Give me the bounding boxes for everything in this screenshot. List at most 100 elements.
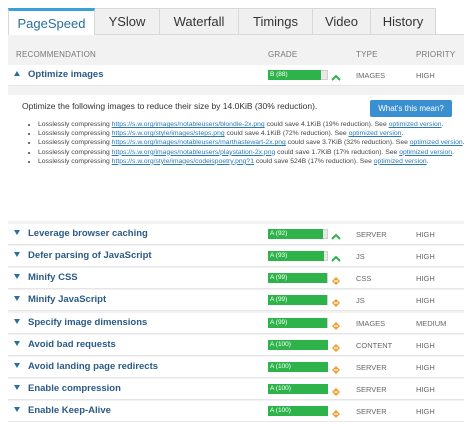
grade-bar: A (93) — [268, 251, 324, 261]
chevron-down-icon[interactable] — [14, 341, 20, 346]
optimized-version-link[interactable]: optimized version — [389, 121, 442, 128]
header-priority: PRIORITY — [416, 50, 456, 59]
tab-label: PageSpeed — [17, 15, 86, 31]
trend-same-icon — [331, 295, 341, 307]
image-link[interactable]: https://s.w.org/images/notableusers/blon… — [112, 121, 265, 128]
item-text: Losslessly compressing — [38, 139, 112, 147]
image-link[interactable]: https://s.w.org/images/notableusers/mart… — [112, 139, 286, 146]
chevron-down-icon[interactable] — [14, 296, 20, 301]
tab-history[interactable]: History — [370, 8, 436, 34]
chevron-down-icon[interactable] — [14, 230, 20, 235]
recommendation-row-expanded[interactable]: Optimize images B (88) IMAGES HIGH — [8, 65, 464, 86]
tab-pagespeed[interactable]: PageSpeed — [8, 8, 95, 35]
grade-bar: A (100) — [268, 340, 328, 350]
header-recommendation: RECOMMENDATION — [16, 50, 96, 59]
recommendation-label[interactable]: Specify image dimensions — [28, 317, 147, 328]
item-text: could save 4.1KiB (72% reduction). See — [224, 130, 349, 138]
item-text: . — [452, 148, 454, 156]
image-link[interactable]: https://s.w.org/style/images/codeispoetr… — [112, 158, 254, 165]
chevron-up-icon[interactable] — [14, 71, 20, 76]
recommendation-label[interactable]: Avoid landing page redirects — [28, 361, 158, 372]
image-link[interactable]: https://s.w.org/images/notableusers/play… — [112, 149, 276, 156]
recommendation-row[interactable]: Minify JavaScript A (99) JS HIGH — [8, 290, 464, 311]
recommendation-row[interactable]: Leverage browser caching A (92) SERVER HIGH — [8, 224, 464, 245]
recommendation-detail: Optimize the following images to reduce … — [8, 95, 465, 221]
chevron-down-icon[interactable] — [14, 319, 20, 324]
grade-bar: A (99) — [268, 273, 328, 283]
recommendation-type: SERVER — [356, 363, 387, 372]
trend-same-icon — [331, 318, 341, 330]
optimized-version-link[interactable]: optimized version — [349, 130, 402, 137]
optimized-version-link[interactable]: optimized version — [374, 158, 427, 165]
tab-label: Video — [324, 14, 358, 29]
tab-label: YSlow — [108, 14, 146, 29]
recommendation-type: JS — [356, 296, 365, 305]
recommendation-label[interactable]: Avoid bad requests — [28, 339, 116, 350]
grade-bar: A (100) — [268, 362, 328, 372]
item-text: . — [401, 130, 404, 138]
list-item: Losslessly compressing https://s.w.org/s… — [38, 158, 468, 166]
grade-bar: A (92) — [268, 229, 324, 239]
tab-label: Waterfall — [173, 14, 225, 29]
optimized-version-link[interactable]: optimized version — [399, 149, 452, 156]
recommendation-type: JS — [356, 252, 365, 261]
chevron-down-icon[interactable] — [14, 274, 20, 279]
item-text: . — [462, 139, 465, 147]
recommendation-row[interactable]: Avoid landing page redirects A (100) SERVE… — [8, 357, 464, 378]
chevron-down-icon[interactable] — [14, 385, 20, 390]
header-type: TYPE — [356, 50, 378, 59]
recommendation-label[interactable]: Minify JavaScript — [28, 294, 106, 305]
trend-same-icon — [331, 384, 341, 396]
whats-this-mean-button[interactable]: What's this mean? — [370, 100, 452, 117]
chevron-down-icon[interactable] — [14, 252, 20, 257]
recommendation-type: IMAGES — [356, 319, 386, 328]
optimized-version-link[interactable]: optimized version — [410, 139, 463, 146]
recommendation-type: SERVER — [356, 385, 387, 394]
recommendation-priority: HIGH — [416, 274, 435, 283]
trend-same-icon — [331, 273, 341, 285]
recommendation-priority: HIGH — [416, 230, 435, 239]
tab-yslow[interactable]: YSlow — [94, 8, 160, 34]
table-header: RECOMMENDATION GRADE TYPE PRIORITY — [8, 35, 464, 63]
recommendation-label[interactable]: Defer parsing of JavaScript — [28, 250, 152, 261]
recommendation-type: IMAGES — [356, 71, 386, 80]
tab-waterfall[interactable]: Waterfall — [159, 8, 239, 34]
recommendation-priority: MEDIUM — [416, 319, 447, 328]
recommendation-row[interactable]: Defer parsing of JavaScript A (93) JS HIGH — [8, 246, 464, 267]
recommendation-label[interactable]: Minify CSS — [28, 272, 78, 283]
image-list: Losslessly compressing https://s.w.org/i… — [24, 121, 468, 167]
trend-same-icon — [331, 406, 341, 418]
image-link[interactable]: https://s.w.org/style/images/steps.png — [112, 130, 225, 137]
recommendation-label[interactable]: Enable compression — [28, 383, 121, 394]
detail-intro: Optimize the following images to reduce … — [22, 101, 318, 111]
list-item: Losslessly compressing https://s.w.org/i… — [38, 121, 468, 129]
trend-same-icon — [331, 362, 341, 374]
list-item: Losslessly compressing https://s.w.org/i… — [38, 139, 468, 147]
recommendation-row[interactable]: Avoid bad requests A (100) CONTENT HIGH — [8, 335, 464, 356]
recommendation-priority: HIGH — [416, 296, 435, 305]
recommendation-label[interactable]: Enable Keep-Alive — [28, 405, 111, 416]
trend-same-icon — [331, 340, 341, 352]
item-text: Losslessly compressing — [38, 148, 112, 156]
recommendation-row[interactable]: Specify image dimensions A (99) IMAGES MEDI… — [8, 313, 464, 334]
recommendation-label[interactable]: Optimize images — [28, 69, 104, 80]
chevron-down-icon[interactable] — [14, 407, 20, 412]
recommendation-row[interactable]: Minify CSS A (99) CSS HIGH — [8, 268, 464, 289]
list-item: Losslessly compressing https://s.w.org/i… — [38, 149, 468, 157]
recommendation-row[interactable]: Enable compression A (100) SERVER HIGH — [8, 379, 464, 400]
recommendation-label[interactable]: Leverage browser caching — [28, 228, 148, 239]
trend-up-icon — [331, 251, 341, 262]
grade-bar: B (88) — [268, 70, 321, 80]
recommendation-row[interactable]: Enable Keep-Alive A (100) SERVER HIGH — [8, 401, 464, 422]
trend-up-icon — [331, 70, 341, 81]
item-text: could save 4.1KiB (19% reduction). See — [264, 121, 389, 128]
grade-bar: A (100) — [268, 406, 328, 416]
item-text: . — [426, 157, 429, 165]
tab-video[interactable]: Video — [312, 8, 371, 34]
recommendation-priority: HIGH — [416, 252, 435, 261]
recommendation-priority: HIGH — [416, 71, 435, 80]
item-text: Losslessly compressing — [38, 157, 112, 165]
item-text: Losslessly compressing — [38, 130, 112, 138]
tab-timings[interactable]: Timings — [238, 8, 313, 34]
chevron-down-icon[interactable] — [14, 363, 20, 368]
